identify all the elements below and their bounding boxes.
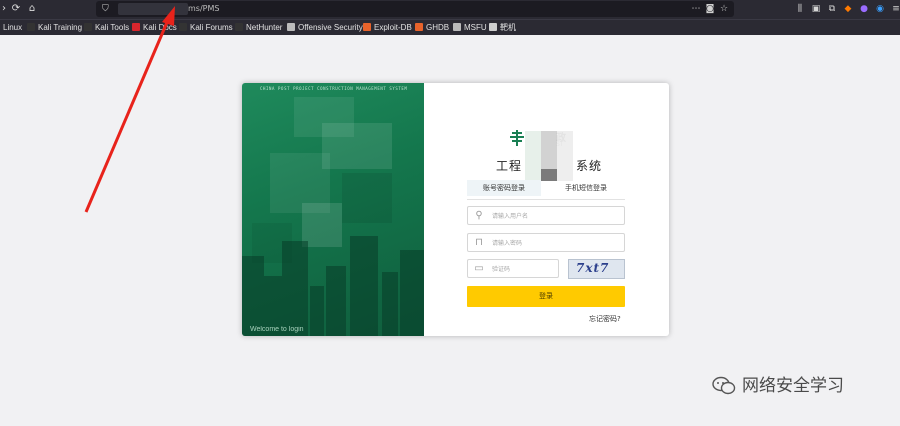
login-button[interactable]: 登录 [467, 286, 625, 307]
reload-icon[interactable]: ⟳ [10, 3, 22, 15]
bookmark-kali-training[interactable]: Kali Training [27, 20, 82, 36]
tab-sms-login[interactable]: 手机短信登录 [547, 180, 625, 196]
username-field: ⚲ [467, 206, 625, 225]
kali-docs-icon [132, 23, 140, 31]
shield-icon[interactable]: ⛉ [102, 3, 112, 15]
bookmark-nethunter[interactable]: NetHunter [235, 20, 282, 36]
lock-icon: ⊓ [475, 237, 483, 248]
bookmark-linux[interactable]: Linux [3, 20, 22, 36]
watermark-text: 网络安全学习 [742, 376, 844, 396]
bookmark-folder-baji[interactable]: 靶机 [489, 20, 516, 36]
extension-blue-icon[interactable]: ◉ [874, 3, 886, 15]
system-title-part1: 工程 [496, 159, 523, 173]
bookmark-kali-forums[interactable]: Kali Forums [179, 20, 233, 36]
bookmark-kali-docs[interactable]: Kali Docs [132, 20, 177, 36]
screenshot-icon[interactable]: ⧉ [826, 3, 838, 15]
pocket-icon[interactable]: ◙ [704, 3, 716, 15]
bookmark-star-icon[interactable]: ☆ [718, 3, 730, 15]
library-icon[interactable]: ⫼ [794, 3, 806, 15]
msfu-icon [453, 23, 461, 31]
login-banner: CHINA POST PROJECT CONSTRUCTION MANAGEME… [242, 83, 424, 336]
menu-icon[interactable]: ≡ [890, 3, 900, 15]
building-silhouette [282, 241, 308, 336]
browser-toolbar: › ⟳ ⌂ ⛉ ms/PMS ⋯ ◙ ☆ ⫼ ▣ ⧉ ◆ ● ◉ ≡ [0, 0, 900, 19]
bookmark-msfu[interactable]: MSFU [453, 20, 487, 36]
folder-icon [489, 23, 497, 31]
bookmarks-bar: Linux Kali Training Kali Tools Kali Docs… [0, 19, 900, 35]
extension-fox-icon[interactable]: ◆ [842, 3, 854, 15]
offsec-icon [287, 23, 295, 31]
captcha-field: ▭ [467, 259, 559, 278]
more-icon[interactable]: ⋯ [690, 3, 702, 15]
exploitdb-icon [363, 23, 371, 31]
tab-divider [467, 199, 625, 200]
url-redacted [118, 3, 188, 15]
login-tabs: 账号密码登录 手机短信登录 [467, 180, 625, 196]
banner-mosaic [302, 203, 342, 247]
password-input[interactable] [492, 236, 620, 250]
password-field: ⊓ [467, 233, 625, 252]
home-icon[interactable]: ⌂ [26, 3, 38, 15]
welcome-text: Welcome to login [250, 326, 304, 333]
captcha-input[interactable] [492, 262, 554, 276]
bookmark-ghdb[interactable]: GHDB [415, 20, 449, 36]
kali-icon [27, 23, 35, 31]
url-text[interactable]: ms/PMS [188, 1, 219, 17]
china-post-logo-icon [510, 130, 524, 146]
banner-mosaic [322, 123, 392, 169]
ghdb-icon [415, 23, 423, 31]
building-silhouette [400, 250, 424, 336]
captcha-image[interactable]: 7xt7 [568, 259, 625, 279]
kali-icon [179, 23, 187, 31]
user-icon: ⚲ [475, 210, 483, 221]
login-form: 政 ST 工程 系统 账号密码登录 手机短信登录 ⚲ ⊓ ▭ 7xt7 登录 忘… [424, 83, 669, 336]
kali-icon [235, 23, 243, 31]
building-silhouette [350, 236, 378, 336]
address-bar[interactable]: ⛉ ms/PMS ⋯ ◙ ☆ [96, 1, 734, 17]
bookmark-exploit-db[interactable]: Exploit-DB [363, 20, 412, 36]
wechat-icon [712, 376, 736, 395]
kali-icon [84, 23, 92, 31]
banner-mosaic [342, 173, 392, 223]
banner-tagline: CHINA POST PROJECT CONSTRUCTION MANAGEME… [260, 86, 408, 91]
bookmark-offensive-security[interactable]: Offensive Security [287, 20, 363, 36]
captcha-text: 7xt7 [576, 261, 610, 275]
login-card: CHINA POST PROJECT CONSTRUCTION MANAGEME… [242, 83, 669, 336]
building-silhouette [242, 256, 264, 336]
building-silhouette [310, 286, 324, 336]
bookmark-kali-tools[interactable]: Kali Tools [84, 20, 129, 36]
username-input[interactable] [492, 209, 620, 223]
sidebar-icon[interactable]: ▣ [810, 3, 822, 15]
extension-purple-icon[interactable]: ● [858, 3, 870, 15]
forward-icon[interactable]: › [0, 3, 10, 15]
message-icon: ▭ [474, 263, 484, 274]
building-silhouette [326, 266, 346, 336]
building-silhouette [382, 272, 398, 336]
forgot-password-link[interactable]: 忘记密码? [589, 314, 621, 324]
tab-account-password[interactable]: 账号密码登录 [467, 180, 541, 196]
system-title-part2: 系统 [576, 159, 603, 173]
